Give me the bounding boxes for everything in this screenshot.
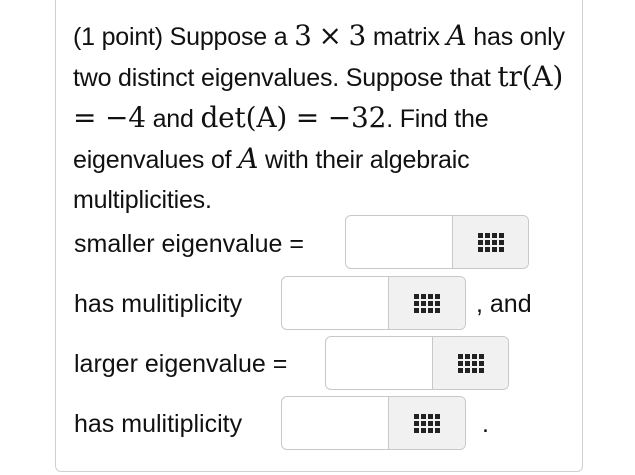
multiplicity-2-palette-button[interactable] xyxy=(388,397,465,449)
math-matrix-a: A xyxy=(446,19,467,52)
multiplicity-2-field xyxy=(281,396,466,450)
larger-eigenvalue-palette-button[interactable] xyxy=(432,337,508,389)
problem-text-4: and xyxy=(145,105,201,133)
larger-eigenvalue-label: larger eigenvalue = xyxy=(74,350,288,378)
multiplicity-2-label: has mulitiplicity xyxy=(74,410,243,438)
smaller-eigenvalue-palette-button[interactable] xyxy=(452,216,528,268)
math-matrix-a-2: A xyxy=(238,142,259,175)
multiplicity-1-field xyxy=(281,276,466,330)
math-det: det(A) = −32 xyxy=(200,101,387,134)
smaller-eigenvalue-label: smaller eigenvalue = xyxy=(74,230,304,258)
larger-eigenvalue-input[interactable] xyxy=(326,337,432,389)
matrix-palette-icon xyxy=(414,413,440,433)
multiplicity-1-input[interactable] xyxy=(282,277,388,329)
math-times: × xyxy=(318,19,342,52)
matrix-palette-icon xyxy=(414,293,440,313)
smaller-eigenvalue-field xyxy=(345,215,529,269)
matrix-palette-icon xyxy=(457,353,484,373)
problem-text-1: (1 point) Suppose a xyxy=(73,23,295,51)
math-dim-2: 3 xyxy=(348,19,367,52)
multiplicity-1-label: has mulitiplicity xyxy=(74,290,243,318)
matrix-palette-icon xyxy=(477,232,504,252)
problem-statement: (1 point) Suppose a 3 × 3 matrix A has o… xyxy=(73,16,573,220)
smaller-eigenvalue-input[interactable] xyxy=(346,216,452,268)
math-dim-1: 3 xyxy=(294,19,312,52)
multiplicity-2-suffix: . xyxy=(482,410,489,438)
multiplicity-1-suffix: , and xyxy=(476,290,532,318)
larger-eigenvalue-field xyxy=(325,336,509,390)
multiplicity-2-input[interactable] xyxy=(282,397,388,449)
multiplicity-1-palette-button[interactable] xyxy=(388,277,465,329)
problem-text-2: matrix xyxy=(366,23,447,51)
